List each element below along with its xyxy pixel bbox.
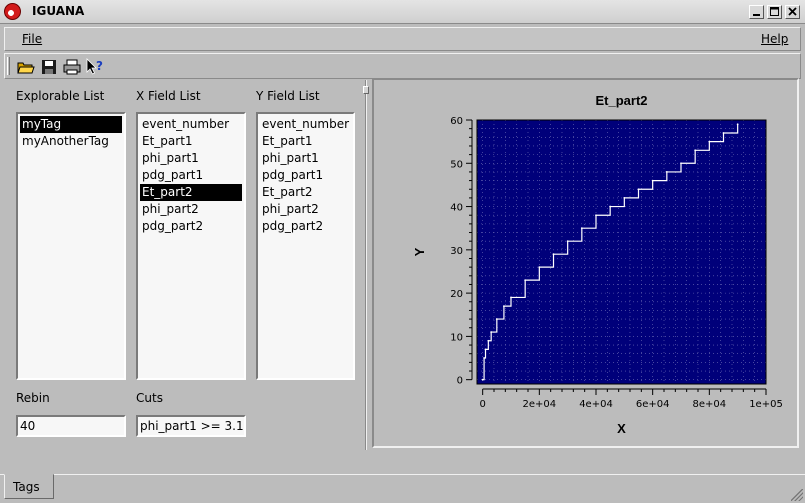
resize-grip-icon[interactable]: [791, 489, 803, 501]
y-field-list-item[interactable]: pdg_part1: [260, 167, 351, 184]
data-point: [552, 253, 555, 256]
data-point: [580, 227, 583, 230]
data-point: [665, 171, 668, 173]
x-tick-label: 6e+04: [636, 399, 670, 410]
x-field-list-item[interactable]: phi_part2: [140, 201, 242, 218]
tab-bar: Tags: [0, 474, 805, 503]
plot-area: [477, 120, 766, 384]
explorable-list[interactable]: myTag myAnotherTag: [16, 112, 126, 380]
close-button[interactable]: [785, 5, 800, 19]
explorable-list-item[interactable]: myTag: [20, 116, 122, 133]
y-field-list-label: Y Field List: [256, 89, 320, 103]
data-point: [651, 179, 654, 182]
plot-panel: Et_part2 0 10 20 30 40 50 60 0 2e+04 4e+04 6e+04 8e+…: [372, 78, 799, 448]
explorable-list-label: Explorable List: [16, 89, 105, 103]
whats-this-icon: ?: [86, 57, 103, 75]
maximize-button[interactable]: [767, 5, 782, 19]
x-field-list-item[interactable]: pdg_part2: [140, 218, 242, 235]
splitter-line: [365, 80, 367, 450]
data-point: [484, 348, 487, 351]
y-field-list-item[interactable]: Et_part2: [260, 184, 351, 201]
explorable-list-item[interactable]: myAnotherTag: [20, 133, 122, 150]
toolbar: ?: [4, 53, 801, 79]
x-field-list-item[interactable]: phi_part1: [140, 150, 242, 167]
x-tick-label: 0: [479, 399, 485, 410]
save-icon: [42, 59, 56, 74]
open-folder-icon: [17, 62, 35, 73]
x-field-list-item[interactable]: event_number: [140, 116, 242, 133]
open-button[interactable]: [16, 57, 36, 76]
cuts-label: Cuts: [136, 391, 163, 405]
app-logo-icon: [4, 3, 21, 20]
menu-help[interactable]: Help: [761, 32, 788, 46]
x-field-list-item[interactable]: Et_part1: [140, 133, 242, 150]
data-point: [680, 162, 682, 165]
y-field-list[interactable]: event_number Et_part1 phi_part1 pdg_part1 Et…: [256, 112, 355, 380]
y-axis-label: Y: [412, 247, 427, 256]
y-tick-label: 10: [450, 332, 463, 343]
x-field-list-item[interactable]: Et_part2: [140, 184, 242, 201]
data-point: [637, 188, 640, 191]
save-button[interactable]: [39, 57, 59, 76]
print-icon: [63, 59, 81, 74]
print-button[interactable]: [62, 57, 82, 76]
y-tick-label: 60: [450, 116, 463, 127]
y-tick-label: 40: [450, 203, 463, 214]
x-field-list-item[interactable]: pdg_part1: [140, 167, 242, 184]
rebin-input[interactable]: 40: [16, 415, 126, 437]
data-point: [490, 331, 493, 333]
data-point: [487, 339, 490, 342]
minimize-button[interactable]: [749, 5, 764, 19]
y-field-list-item[interactable]: Et_part1: [260, 133, 351, 150]
data-point: [566, 240, 569, 243]
close-icon: [788, 7, 797, 16]
y-field-list-item[interactable]: pdg_part2: [260, 218, 351, 235]
data-point: [495, 318, 498, 320]
data-point: [503, 305, 505, 307]
menu-bar: File Help: [4, 27, 801, 51]
data-point: [623, 197, 626, 199]
x-tick-label: 8e+04: [693, 399, 727, 410]
rebin-label: Rebin: [16, 391, 50, 405]
y-tick-label: 20: [450, 289, 463, 300]
x-tick-label: 2e+04: [523, 399, 557, 410]
y-field-list-item[interactable]: phi_part2: [260, 201, 351, 218]
data-point: [510, 296, 512, 299]
x-field-list-label: X Field List: [136, 89, 201, 103]
title-bar: IGUANA: [0, 0, 805, 24]
minimize-icon: [753, 14, 760, 16]
chart-title: Et_part2: [595, 93, 647, 108]
x-tick-label: 1e+05: [749, 399, 783, 410]
cuts-input[interactable]: phi_part1 >= 3.142: [136, 415, 246, 437]
data-point: [595, 214, 597, 217]
x-axis-label: X: [617, 421, 626, 436]
data-point: [524, 279, 527, 282]
maximize-icon: [770, 7, 779, 16]
y-tick-label: 0: [457, 376, 463, 387]
data-point: [722, 132, 725, 134]
x-tick-label: 4e+04: [579, 399, 613, 410]
data-point: [708, 140, 711, 143]
toolbar-grip[interactable]: [7, 57, 10, 75]
y-tick-label: 50: [450, 159, 463, 170]
data-point: [736, 123, 739, 126]
whats-this-button[interactable]: ?: [85, 57, 105, 76]
window-title: IGUANA: [32, 4, 85, 18]
status-area: [4, 452, 801, 472]
y-field-list-item[interactable]: phi_part1: [260, 150, 351, 167]
panel-splitter[interactable]: [362, 80, 370, 450]
data-point: [481, 378, 484, 381]
menu-file[interactable]: File: [22, 32, 42, 46]
splitter-handle[interactable]: [363, 86, 369, 94]
y-tick-label: 30: [450, 246, 463, 257]
plot-canvas[interactable]: Et_part2 0 10 20 30 40 50 60 0 2e+04 4e+04 6e+04 8e+…: [374, 80, 797, 446]
data-point: [483, 357, 485, 359]
y-field-list-item[interactable]: event_number: [260, 116, 351, 133]
x-field-list[interactable]: event_number Et_part1 phi_part1 pdg_part1 Et…: [136, 112, 246, 380]
data-point: [538, 266, 541, 269]
tab-tags[interactable]: Tags: [4, 474, 54, 499]
svg-text:?: ?: [96, 59, 103, 73]
data-point: [609, 205, 612, 208]
data-point: [694, 149, 697, 152]
